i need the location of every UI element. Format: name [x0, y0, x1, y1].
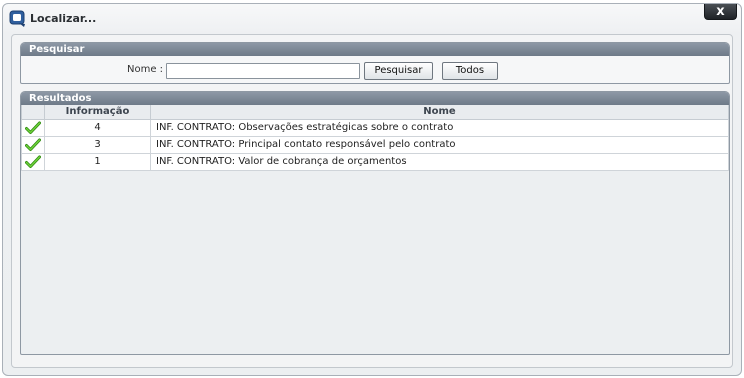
row-name-cell: INF. CONTRATO: Principal contato respons… [150, 135, 729, 154]
search-button[interactable]: Pesquisar [364, 62, 433, 80]
row-name-cell: INF. CONTRATO: Observações estratégicas … [150, 118, 729, 137]
table-row[interactable]: 3 INF. CONTRATO: Principal contato respo… [21, 135, 729, 154]
close-button[interactable]: x [704, 4, 737, 20]
green-check-icon [25, 155, 41, 168]
row-icon-cell [21, 152, 45, 171]
column-header-nome[interactable]: Nome [150, 105, 729, 120]
green-check-icon [25, 138, 41, 151]
results-panel-header: Resultados [21, 92, 729, 105]
green-check-icon [25, 121, 41, 134]
row-info-cell: 1 [44, 152, 151, 171]
table-row[interactable]: 4 INF. CONTRATO: Observações estratégica… [21, 118, 729, 137]
results-panel: Resultados Informação Nome 4 INF. CONTRA… [20, 91, 730, 355]
search-row: Nome : Pesquisar Todos [21, 56, 729, 84]
table-row[interactable]: 1 INF. CONTRATO: Valor de cobrança de or… [21, 152, 729, 171]
name-input[interactable] [166, 63, 360, 79]
dialog-title: Localizar... [30, 12, 97, 25]
row-icon-cell [21, 135, 45, 154]
row-info-cell: 3 [44, 135, 151, 154]
search-panel: Pesquisar Nome : Pesquisar Todos [20, 42, 730, 84]
show-all-button[interactable]: Todos [442, 62, 498, 80]
results-table: Informação Nome 4 INF. CONTRATO: Observa… [21, 105, 729, 171]
dialog-titlebar: Localizar... x [3, 4, 741, 32]
column-header-icon [21, 105, 45, 120]
row-name-cell: INF. CONTRATO: Valor de cobrança de orça… [150, 152, 729, 171]
dialog-body: Pesquisar Nome : Pesquisar Todos Resulta… [11, 34, 733, 368]
name-label: Nome : [127, 64, 164, 75]
row-info-cell: 4 [44, 118, 151, 137]
row-icon-cell [21, 118, 45, 137]
search-window-icon [9, 10, 25, 27]
localizar-dialog: Localizar... x Pesquisar Nome : Pesquisa… [2, 3, 742, 376]
results-header-row: Informação Nome [21, 105, 729, 120]
search-panel-header: Pesquisar [21, 43, 729, 56]
column-header-informacao[interactable]: Informação [44, 105, 151, 120]
